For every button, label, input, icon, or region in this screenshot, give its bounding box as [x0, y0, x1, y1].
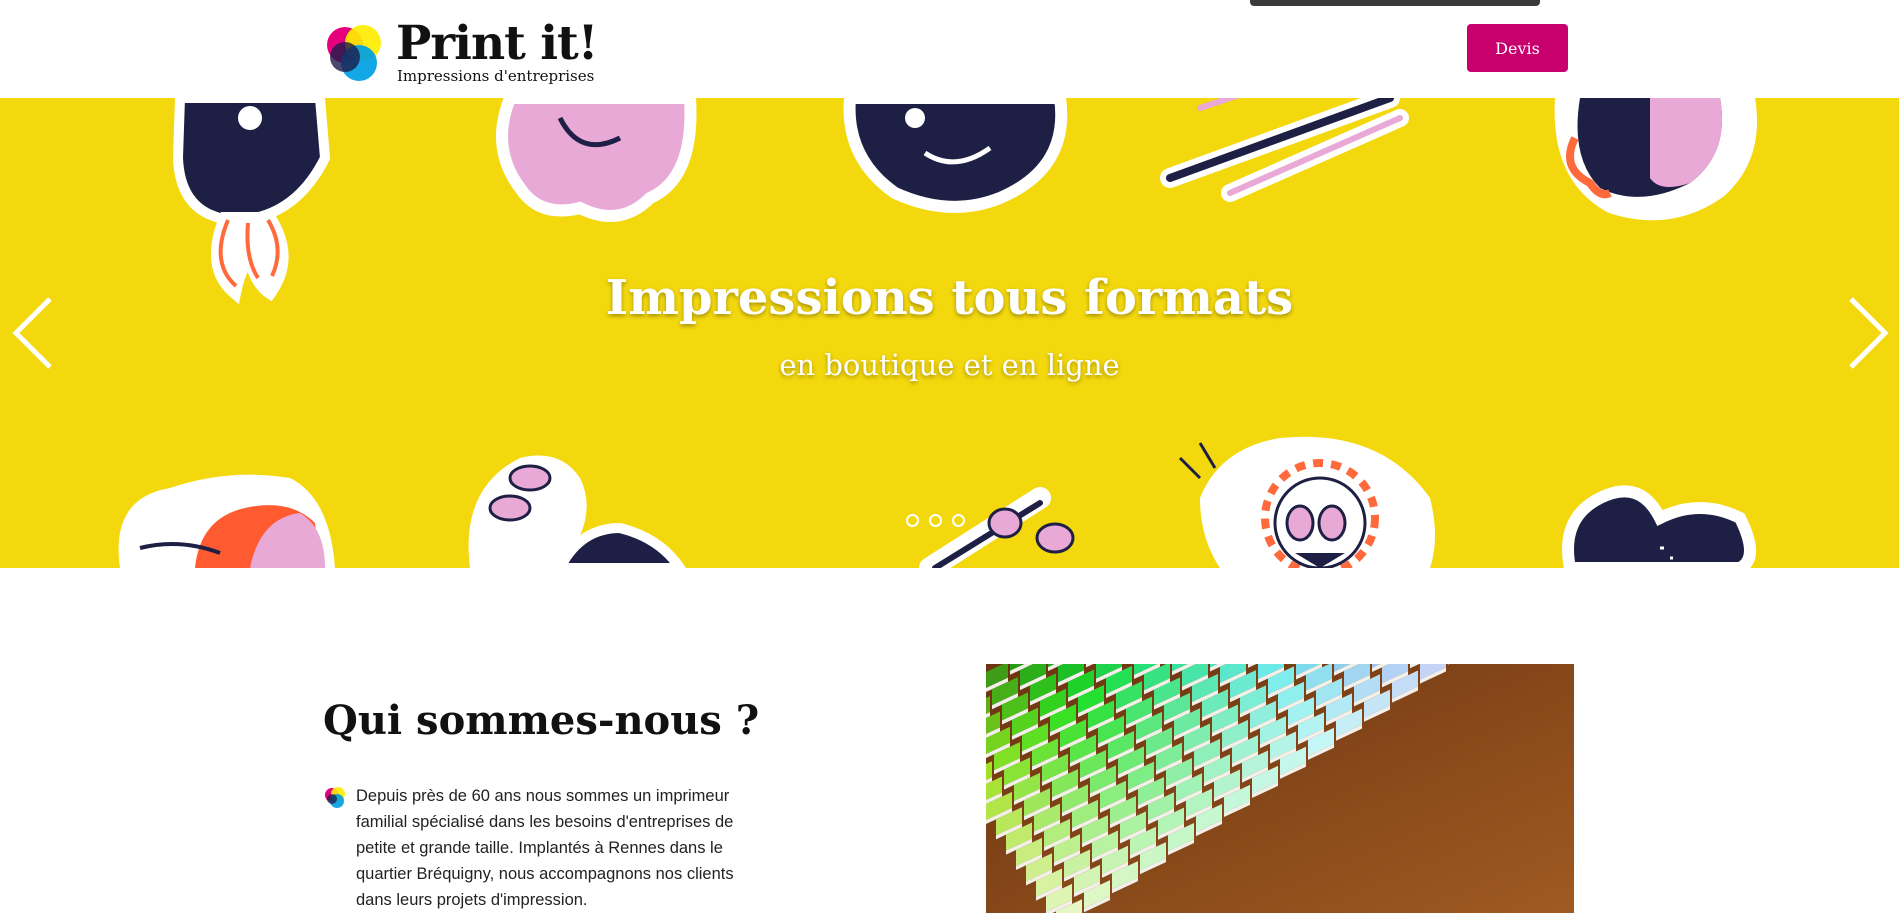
color-swatch-photo — [986, 664, 1574, 913]
brand-tagline: Impressions d'entreprises — [397, 67, 595, 85]
bullet-logo-icon — [325, 787, 345, 808]
hero-sticker-illustration — [118, 98, 1757, 568]
hero-subtitle: en boutique et en ligne — [779, 348, 1120, 382]
logo-mark-icon — [327, 25, 381, 81]
carousel-indicators — [906, 514, 965, 527]
carousel-dot[interactable] — [929, 514, 942, 527]
devis-button[interactable]: Devis — [1467, 24, 1568, 72]
hero-carousel: Impressions tous formats en boutique et … — [0, 98, 1899, 568]
about-title: Qui sommes-nous ? — [323, 697, 760, 744]
hero-title: Impressions tous formats — [605, 270, 1294, 326]
brand-name: Print it! — [396, 16, 598, 71]
carousel-dot[interactable] — [906, 514, 919, 527]
top-tab — [1250, 0, 1540, 6]
about-paragraph: Depuis près de 60 ans nous sommes un imp… — [356, 787, 734, 909]
chevron-right-icon[interactable] — [1843, 293, 1893, 373]
site-header: Print it! Impressions d'entreprises Devi… — [0, 0, 1899, 98]
carousel-dot[interactable] — [952, 514, 965, 527]
chevron-left-icon[interactable] — [8, 293, 58, 373]
site-logo[interactable]: Print it! Impressions d'entreprises — [323, 16, 598, 86]
